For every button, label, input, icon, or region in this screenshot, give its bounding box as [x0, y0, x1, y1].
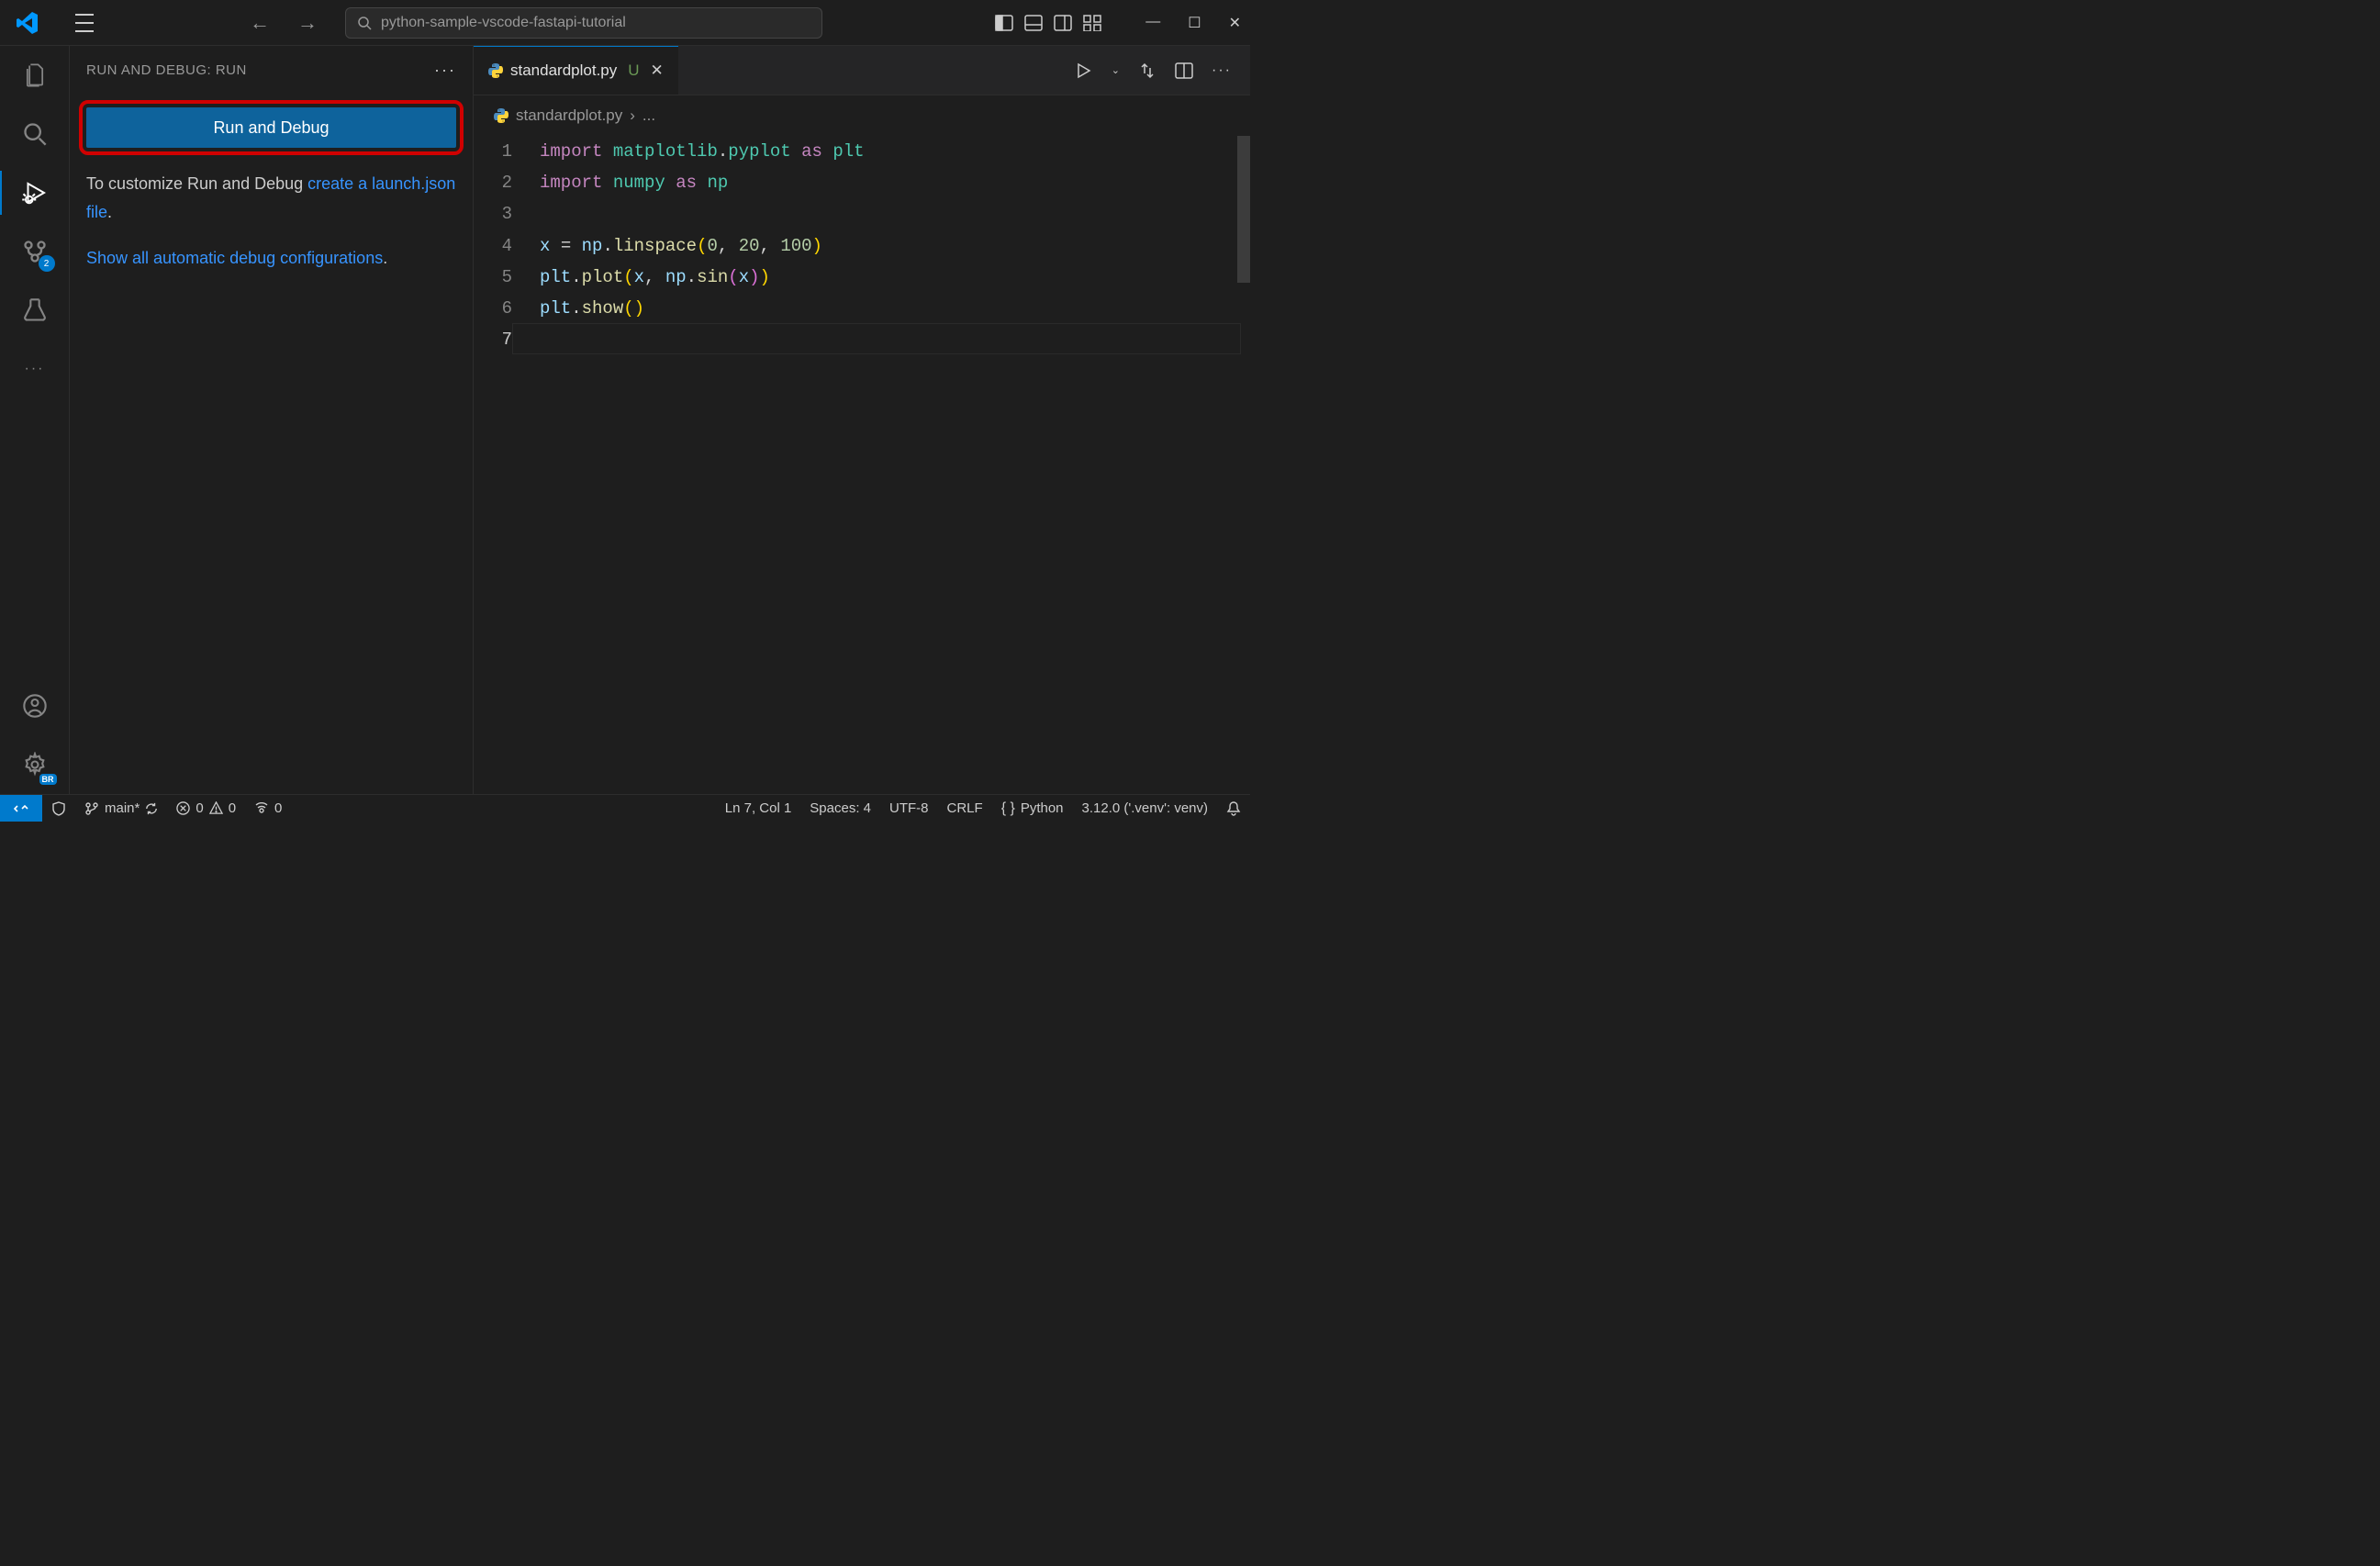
- scm-badge: 2: [39, 255, 55, 272]
- tab-modified-indicator: U: [628, 62, 639, 80]
- status-notifications-icon[interactable]: [1217, 801, 1250, 816]
- testing-icon[interactable]: [18, 294, 51, 327]
- show-all-configs-link[interactable]: Show all automatic debug configurations: [86, 249, 383, 267]
- line-numbers: 1234567: [474, 136, 540, 794]
- status-problems[interactable]: 0 0: [167, 800, 245, 816]
- code-content[interactable]: import matplotlib.pyplot as plt import n…: [540, 136, 1250, 794]
- status-shield[interactable]: [42, 801, 75, 816]
- hamburger-menu-icon[interactable]: [75, 14, 94, 32]
- nav-forward-icon[interactable]: →: [297, 11, 318, 35]
- vscode-logo-icon: [17, 12, 39, 34]
- explorer-icon[interactable]: [18, 59, 51, 92]
- breadcrumb-rest: ...: [642, 106, 655, 125]
- main-area: 2 ··· BR RUN AND DEBUG: RUN ··· Run and …: [0, 46, 1250, 794]
- settings-badge: BR: [39, 774, 57, 785]
- remote-indicator[interactable]: [0, 795, 42, 822]
- editor-tabs: standardplot.py U ✕ ⌄ ···: [474, 46, 1250, 95]
- status-python-interpreter[interactable]: 3.12.0 ('.venv': venv): [1073, 800, 1217, 816]
- panel-left-icon[interactable]: [995, 15, 1013, 31]
- status-bar: main* 0 0 0 Ln 7, Col 1 Spaces: 4 UTF-8 …: [0, 794, 1250, 822]
- minimize-icon[interactable]: —: [1145, 14, 1160, 32]
- tab-standardplot[interactable]: standardplot.py U ✕: [474, 46, 678, 95]
- minimap-scroll[interactable]: [1237, 136, 1250, 283]
- sync-icon[interactable]: [145, 802, 158, 815]
- search-text: python-sample-vscode-fastapi-tutorial: [381, 15, 626, 31]
- run-file-icon[interactable]: [1075, 62, 1093, 80]
- python-file-icon: [488, 63, 503, 78]
- editor-area: standardplot.py U ✕ ⌄ ··· standardplot.p…: [474, 46, 1250, 794]
- split-editor-icon[interactable]: [1175, 62, 1193, 79]
- nav-arrows: ← →: [250, 11, 318, 35]
- source-control-icon[interactable]: 2: [18, 235, 51, 268]
- status-language[interactable]: { } Python: [992, 800, 1073, 817]
- panel-bottom-icon[interactable]: [1024, 15, 1043, 31]
- nav-back-icon[interactable]: ←: [250, 11, 270, 35]
- close-icon[interactable]: ✕: [1229, 14, 1241, 32]
- tab-close-icon[interactable]: ✕: [651, 62, 664, 80]
- settings-gear-icon[interactable]: BR: [18, 748, 51, 781]
- run-and-debug-button[interactable]: Run and Debug: [86, 107, 456, 148]
- breadcrumb-sep: ›: [630, 106, 635, 125]
- titlebar: ← → python-sample-vscode-fastapi-tutoria…: [0, 0, 1250, 46]
- panel-title: RUN AND DEBUG: RUN: [86, 62, 247, 78]
- layout-grid-icon[interactable]: [1083, 15, 1101, 31]
- status-eol[interactable]: CRLF: [938, 800, 992, 816]
- breadcrumb-file: standardplot.py: [516, 106, 622, 125]
- run-debug-panel: RUN AND DEBUG: RUN ··· Run and Debug To …: [70, 46, 474, 794]
- editor-more-icon[interactable]: ···: [1212, 62, 1232, 79]
- status-ports[interactable]: 0: [245, 800, 291, 816]
- maximize-icon[interactable]: ☐: [1188, 14, 1201, 32]
- customize-text: To customize Run and Debug: [86, 174, 307, 193]
- python-file-icon: [494, 108, 508, 123]
- status-cursor[interactable]: Ln 7, Col 1: [716, 800, 801, 816]
- accounts-icon[interactable]: [18, 689, 51, 722]
- search-icon: [357, 16, 372, 30]
- panel-right-icon[interactable]: [1054, 15, 1072, 31]
- status-branch[interactable]: main*: [75, 800, 167, 816]
- compare-changes-icon[interactable]: [1138, 62, 1156, 80]
- status-spaces[interactable]: Spaces: 4: [800, 800, 880, 816]
- activity-bar: 2 ··· BR: [0, 46, 70, 794]
- panel-more-icon[interactable]: ···: [434, 61, 456, 80]
- status-encoding[interactable]: UTF-8: [880, 800, 938, 816]
- more-activity-icon[interactable]: ···: [18, 352, 51, 386]
- search-activity-icon[interactable]: [18, 117, 51, 151]
- run-debug-activity-icon[interactable]: [18, 176, 51, 209]
- tab-filename: standardplot.py: [510, 62, 617, 80]
- command-center[interactable]: python-sample-vscode-fastapi-tutorial: [345, 7, 822, 39]
- run-dropdown-icon[interactable]: ⌄: [1112, 64, 1120, 76]
- breadcrumb[interactable]: standardplot.py › ...: [474, 95, 1250, 136]
- titlebar-right: — ☐ ✕: [995, 14, 1241, 32]
- code-editor[interactable]: 1234567 import matplotlib.pyplot as plt …: [474, 136, 1250, 794]
